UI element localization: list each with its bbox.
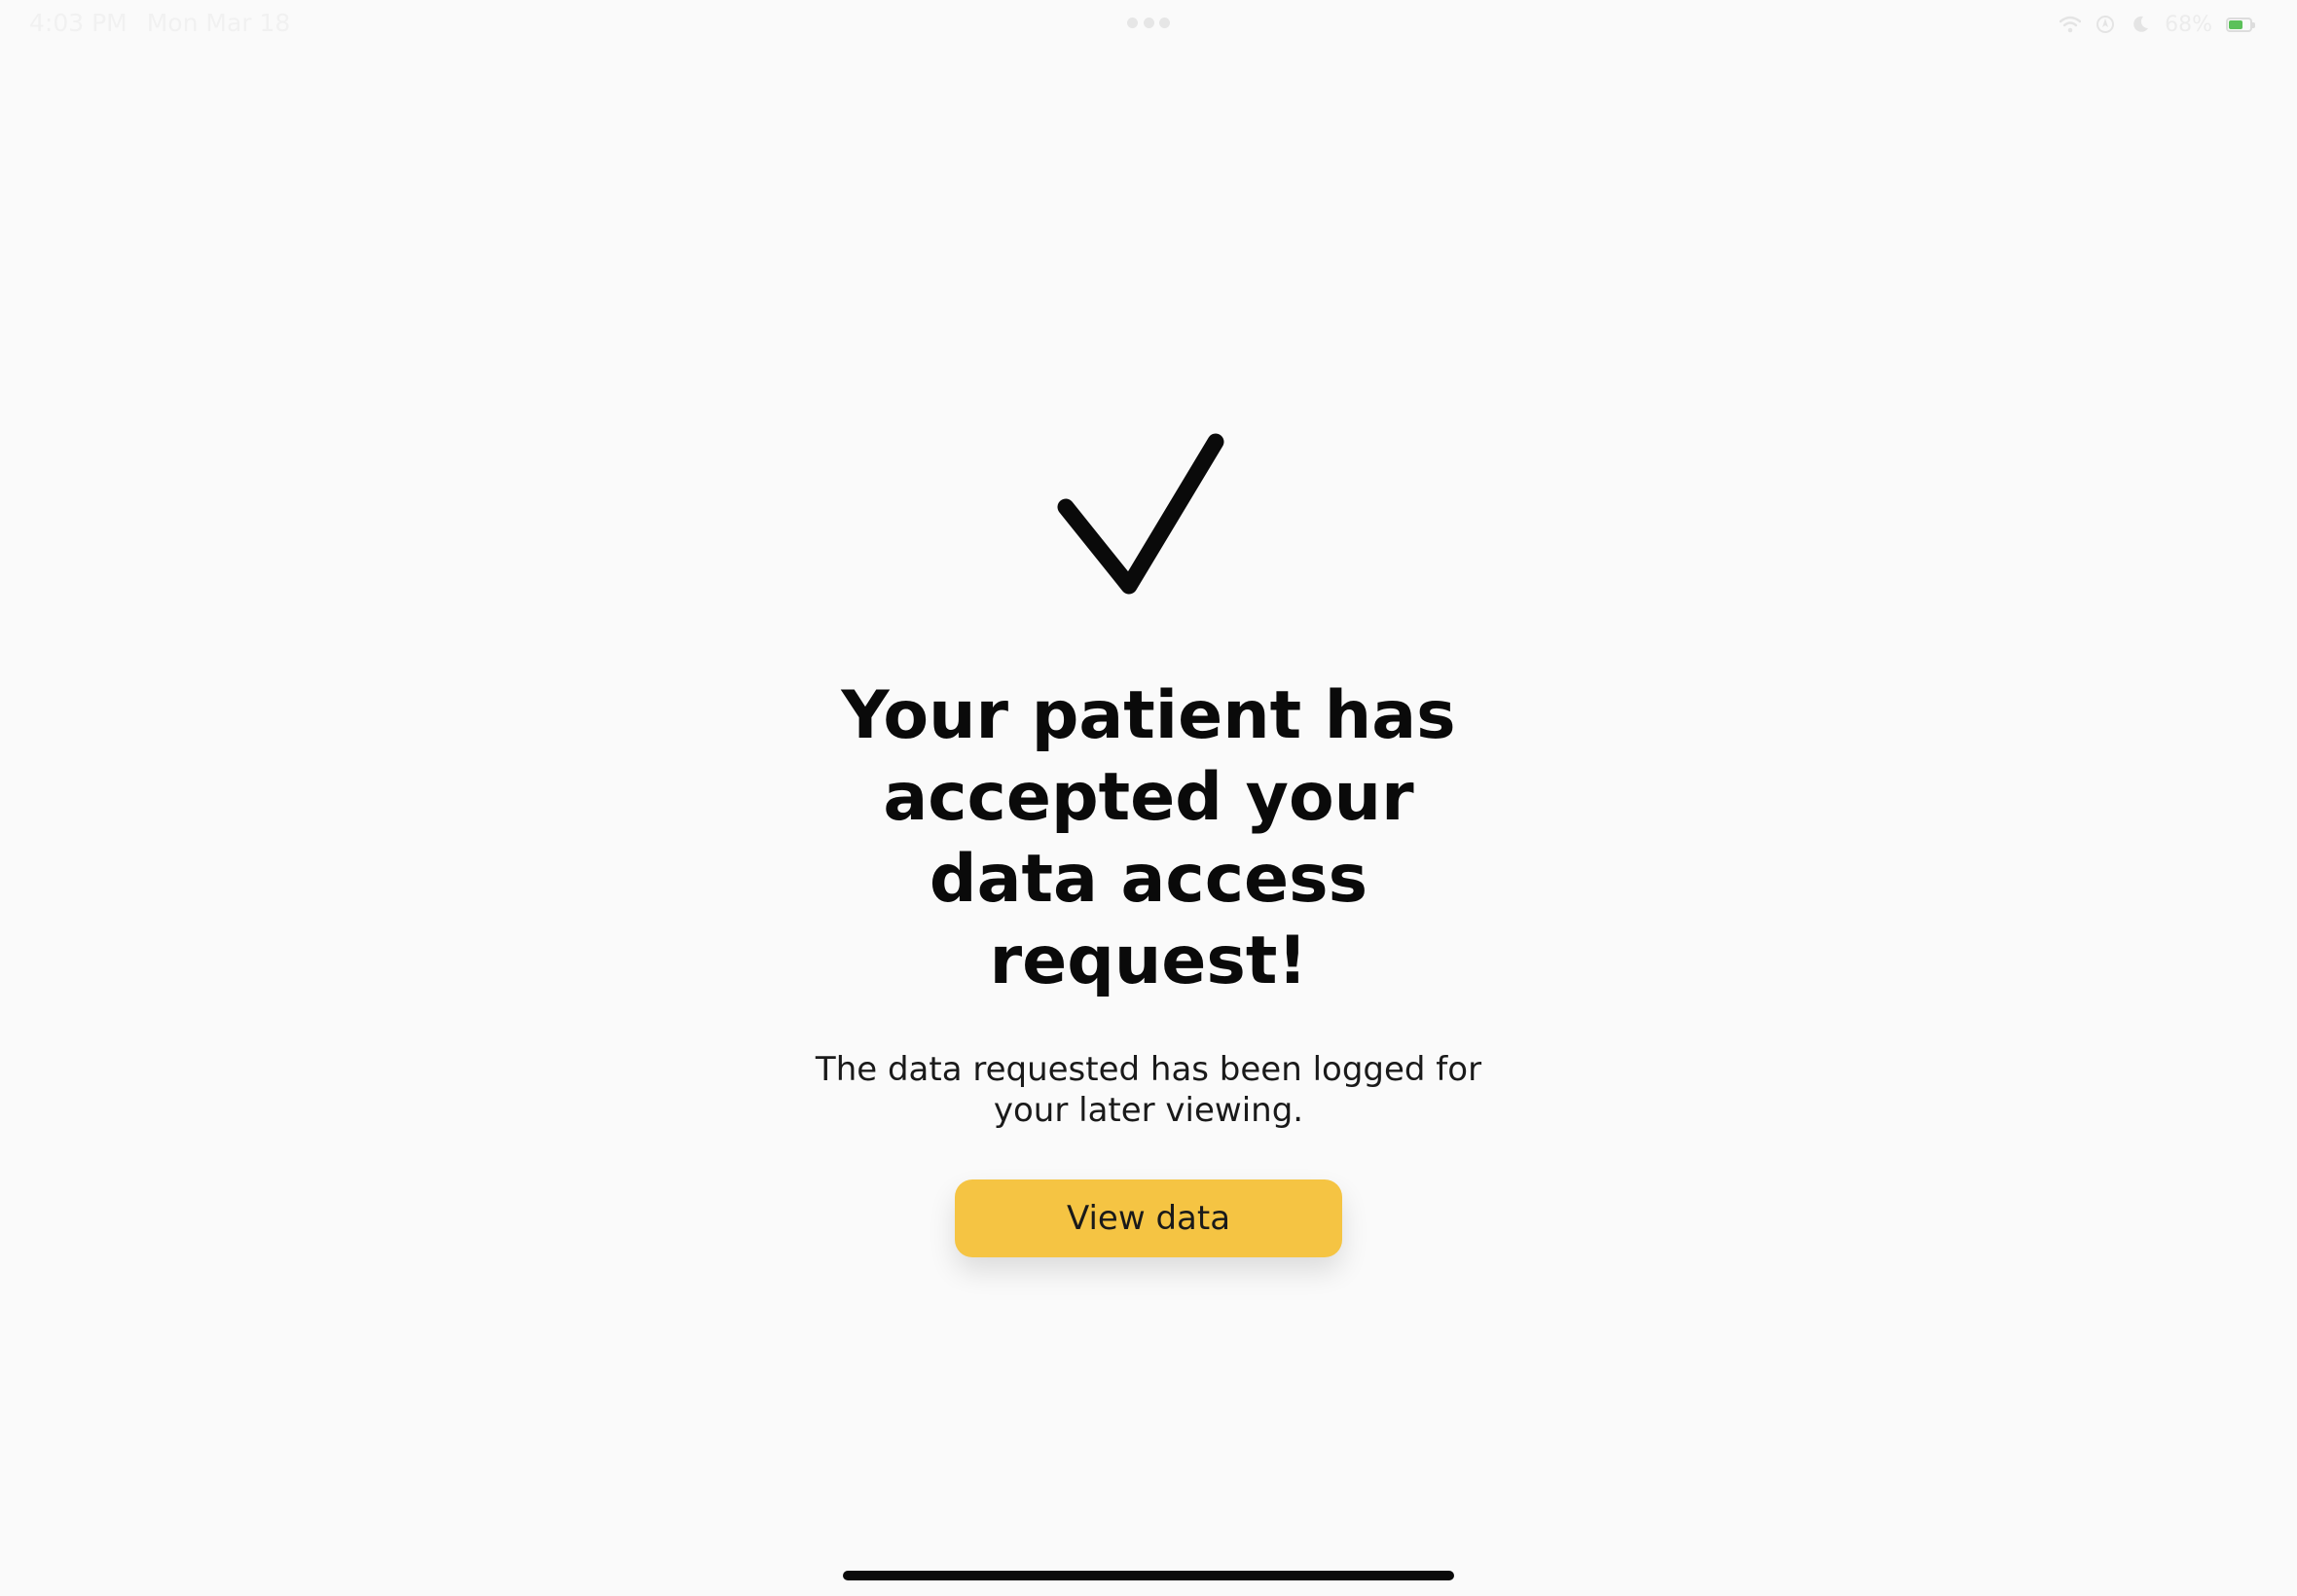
wifi-icon [2060, 14, 2082, 35]
view-data-button[interactable]: View data [955, 1179, 1342, 1257]
battery-percent: 68% [2165, 12, 2212, 37]
moon-icon [2130, 14, 2151, 35]
home-indicator[interactable] [843, 1571, 1454, 1580]
battery-fill [2229, 19, 2243, 29]
dot-icon [1127, 18, 1138, 28]
dot-icon [1159, 18, 1170, 28]
multitasking-menu[interactable] [1127, 18, 1170, 29]
status-time-date: 4:03 PM Mon Mar 18 [29, 9, 290, 37]
confirmation-panel: Your patient has accepted your data acce… [0, 428, 2297, 1257]
status-time: 4:03 PM [29, 9, 128, 37]
status-date: Mon Mar 18 [146, 9, 291, 37]
confirmation-message: The data requested has been logged for y… [815, 1050, 1482, 1130]
page-title: Your patient has accepted your data acce… [841, 677, 1456, 999]
status-indicators: 68% [2060, 10, 2255, 39]
battery-icon [2226, 17, 2255, 32]
view-data-button-label: View data [1066, 1199, 1231, 1238]
status-bar: 4:03 PM Mon Mar 18 68% [0, 0, 2297, 49]
checkmark-icon [1057, 433, 1224, 595]
location-icon [2095, 14, 2116, 35]
screen: 4:03 PM Mon Mar 18 68% Your patient has … [0, 0, 2297, 1596]
dot-icon [1143, 18, 1154, 28]
